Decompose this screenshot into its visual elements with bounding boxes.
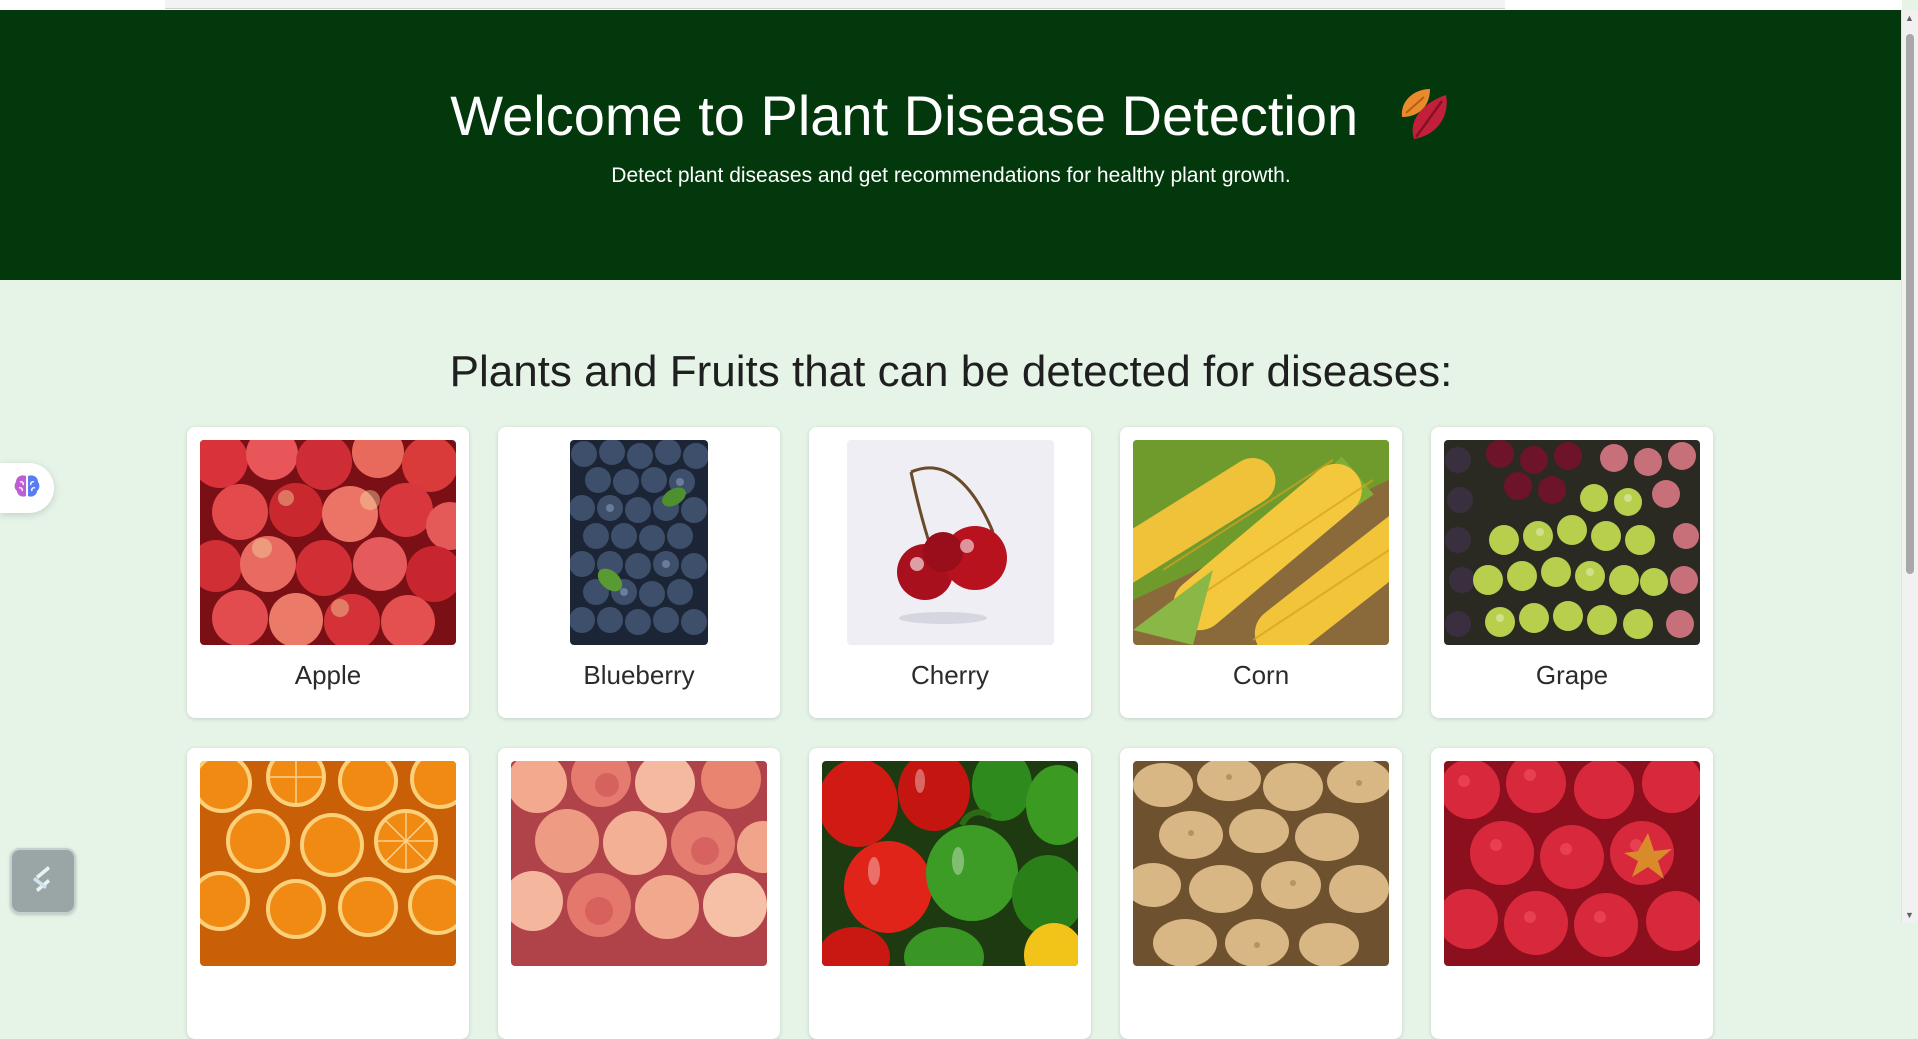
apple-image [200,440,456,645]
scroll-up-arrow-icon[interactable]: ▲ [1905,13,1914,23]
corn-image [1133,440,1389,645]
plant-card-peach[interactable] [498,748,780,1039]
plant-card-blueberry[interactable]: Blueberry [498,427,780,718]
plant-label: Corn [1232,660,1290,690]
hero-title: Welcome to Plant Disease Detection [450,84,1359,147]
plant-grid: Apple Blueberry Cherry Corn Grape [187,427,1717,1039]
brain-icon [13,473,41,504]
grape-image [1444,440,1700,645]
fallen-leaf-icon [1396,83,1452,158]
plant-card-orange[interactable] [187,748,469,1039]
plant-label: Blueberry [583,660,695,690]
hero-banner: Welcome to Plant Disease Detection Detec… [0,10,1902,280]
plant-card-potato[interactable] [1120,748,1402,1039]
plant-card-apple[interactable]: Apple [187,427,469,718]
orange-image [200,761,456,966]
plant-card-raspberry[interactable] [1431,748,1713,1039]
plant-label: Apple [294,660,362,690]
hero-subtitle: Detect plant diseases and get recommenda… [611,164,1291,187]
extension-launcher-button[interactable] [10,848,76,914]
cherry-image [822,440,1078,645]
section-title: Plants and Fruits that can be detected f… [449,347,1453,396]
plant-card-pepper[interactable] [809,748,1091,1039]
assistant-widget-button[interactable] [0,463,54,513]
potato-image [1133,761,1389,966]
peach-image [511,761,767,966]
plant-card-corn[interactable]: Corn [1120,427,1402,718]
scrollbar-thumb[interactable] [1906,34,1914,574]
top-strip-inner [165,0,1505,9]
blueberry-image [511,440,767,645]
extension-icon [26,862,60,901]
plant-label: Grape [1535,660,1609,690]
plant-card-cherry[interactable]: Cherry [809,427,1091,718]
raspberry-image [1444,761,1700,966]
hero-title-row: Welcome to Plant Disease Detection [0,82,1902,158]
plant-label: Cherry [910,660,989,690]
pepper-image [822,761,1078,966]
plant-card-grape[interactable]: Grape [1431,427,1713,718]
page-scrollbar[interactable]: ▲ ▼ [1901,10,1918,923]
scroll-down-arrow-icon[interactable]: ▼ [1905,910,1914,920]
